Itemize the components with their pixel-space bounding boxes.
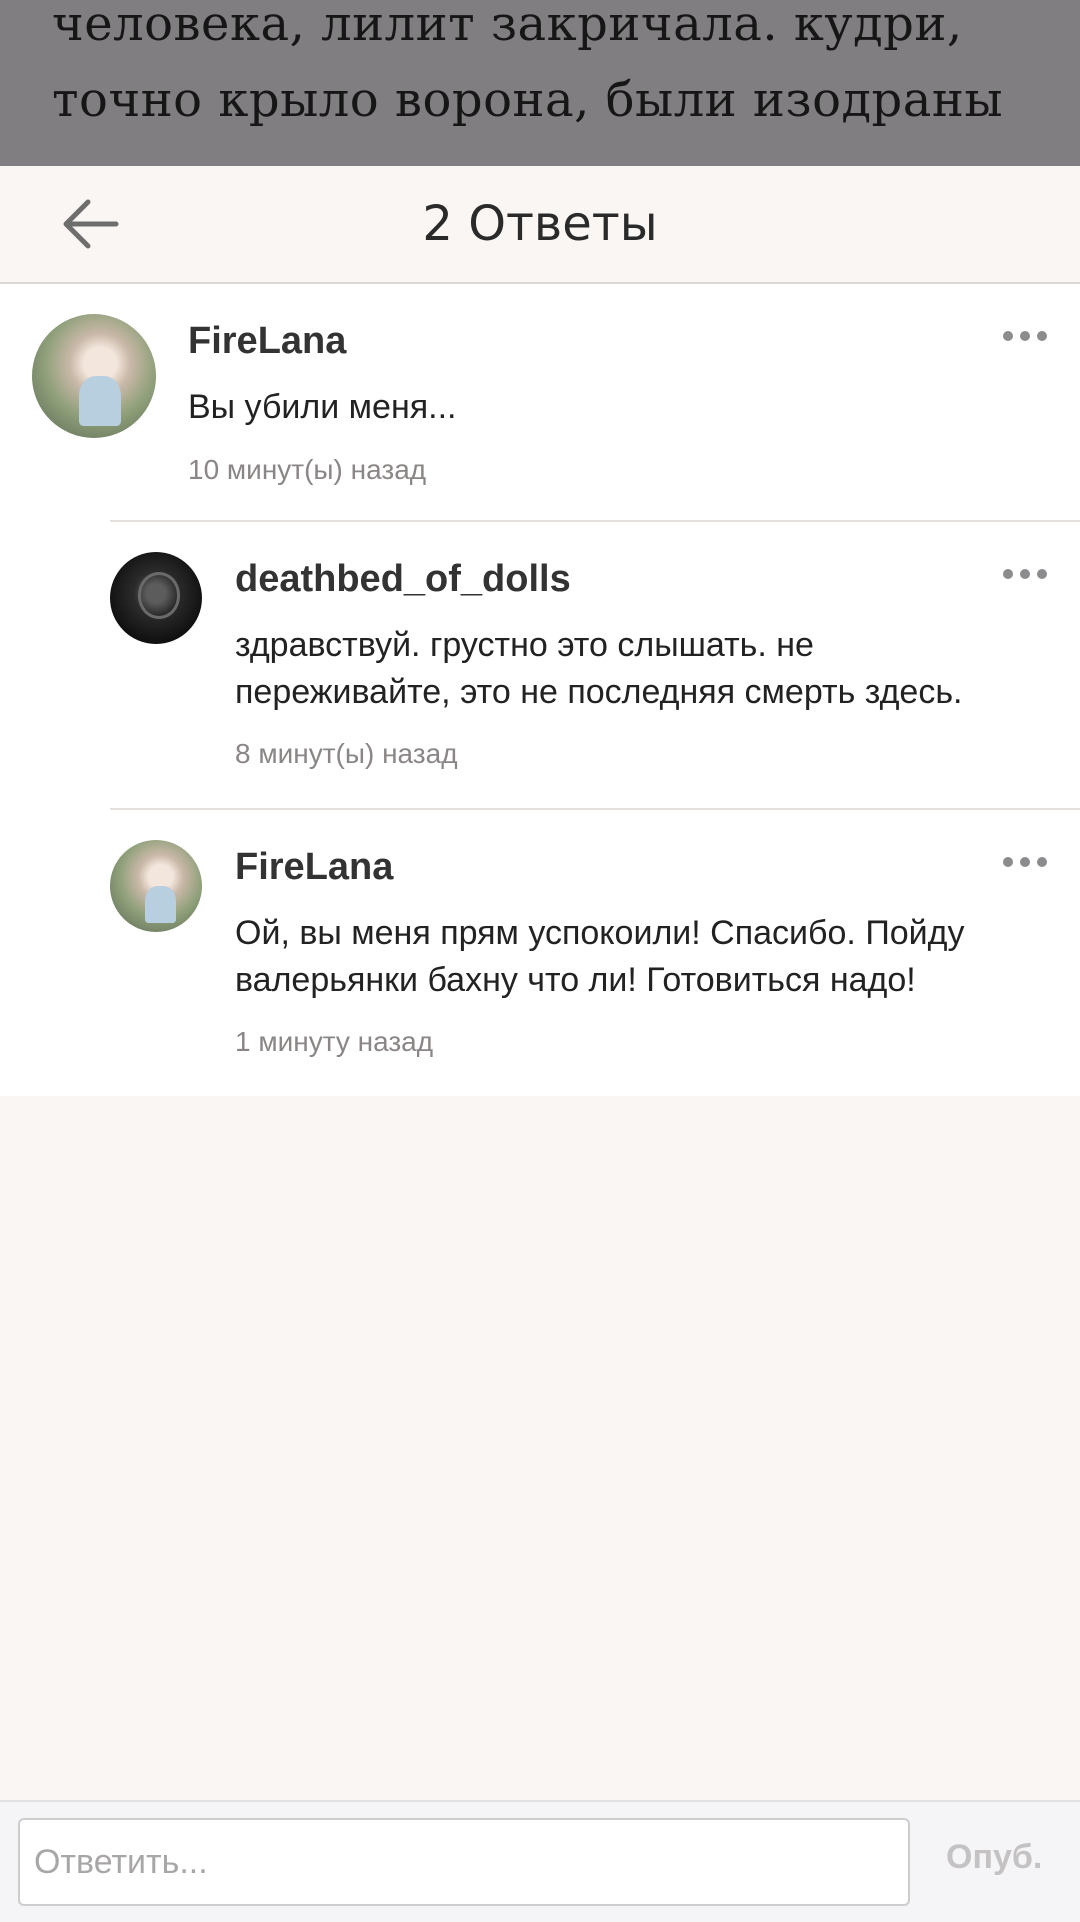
reply-input[interactable]	[18, 1818, 910, 1906]
reply-timestamp: 1 минуту назад	[235, 1026, 434, 1057]
reply-text: Ой, вы меня прям успокоили! Спасибо. Пой…	[235, 914, 965, 999]
page-title: 2 Ответы	[422, 196, 658, 252]
reply-comment: deathbed_of_dolls здравствуй. грустно эт…	[110, 520, 1080, 808]
reply-timestamp: 8 минут(ы) назад	[235, 738, 458, 769]
avatar[interactable]	[32, 314, 156, 438]
comment-text: Вы убили меня...	[188, 388, 457, 426]
story-text-backdrop: человека, лилит закричала. кудри, точно …	[0, 0, 1080, 166]
reply-username[interactable]: FireLana	[235, 846, 393, 889]
more-horizontal-icon	[1003, 857, 1013, 867]
more-horizontal-icon	[1003, 569, 1013, 579]
more-options-button[interactable]	[998, 562, 1052, 586]
comment: FireLana Вы убили меня... 10 минут(ы) на…	[0, 284, 1080, 520]
reply-composer: Опуб.	[0, 1800, 1080, 1922]
story-text-line: точно крыло ворона, были изодраны	[52, 72, 1004, 128]
publish-button[interactable]: Опуб.	[946, 1838, 1042, 1877]
avatar[interactable]	[110, 840, 202, 932]
reply-comment: FireLana Ой, вы меня прям успокоили! Спа…	[110, 808, 1080, 1096]
reply-username[interactable]: deathbed_of_dolls	[235, 558, 571, 601]
more-options-button[interactable]	[998, 850, 1052, 874]
comment-username[interactable]: FireLana	[188, 320, 346, 363]
more-horizontal-icon	[1003, 331, 1013, 341]
comment-timestamp: 10 минут(ы) назад	[188, 454, 427, 485]
more-options-button[interactable]	[998, 324, 1052, 348]
comment-thread: FireLana Вы убили меня... 10 минут(ы) на…	[0, 284, 1080, 1096]
replies-header: 2 Ответы	[0, 166, 1080, 284]
story-text-line: человека, лилит закричала. кудри,	[52, 0, 963, 52]
story-text-line: ...	[0, 138, 1080, 166]
reply-text: здравствуй. грустно это слышать. не пере…	[235, 626, 963, 711]
avatar[interactable]	[110, 552, 202, 644]
